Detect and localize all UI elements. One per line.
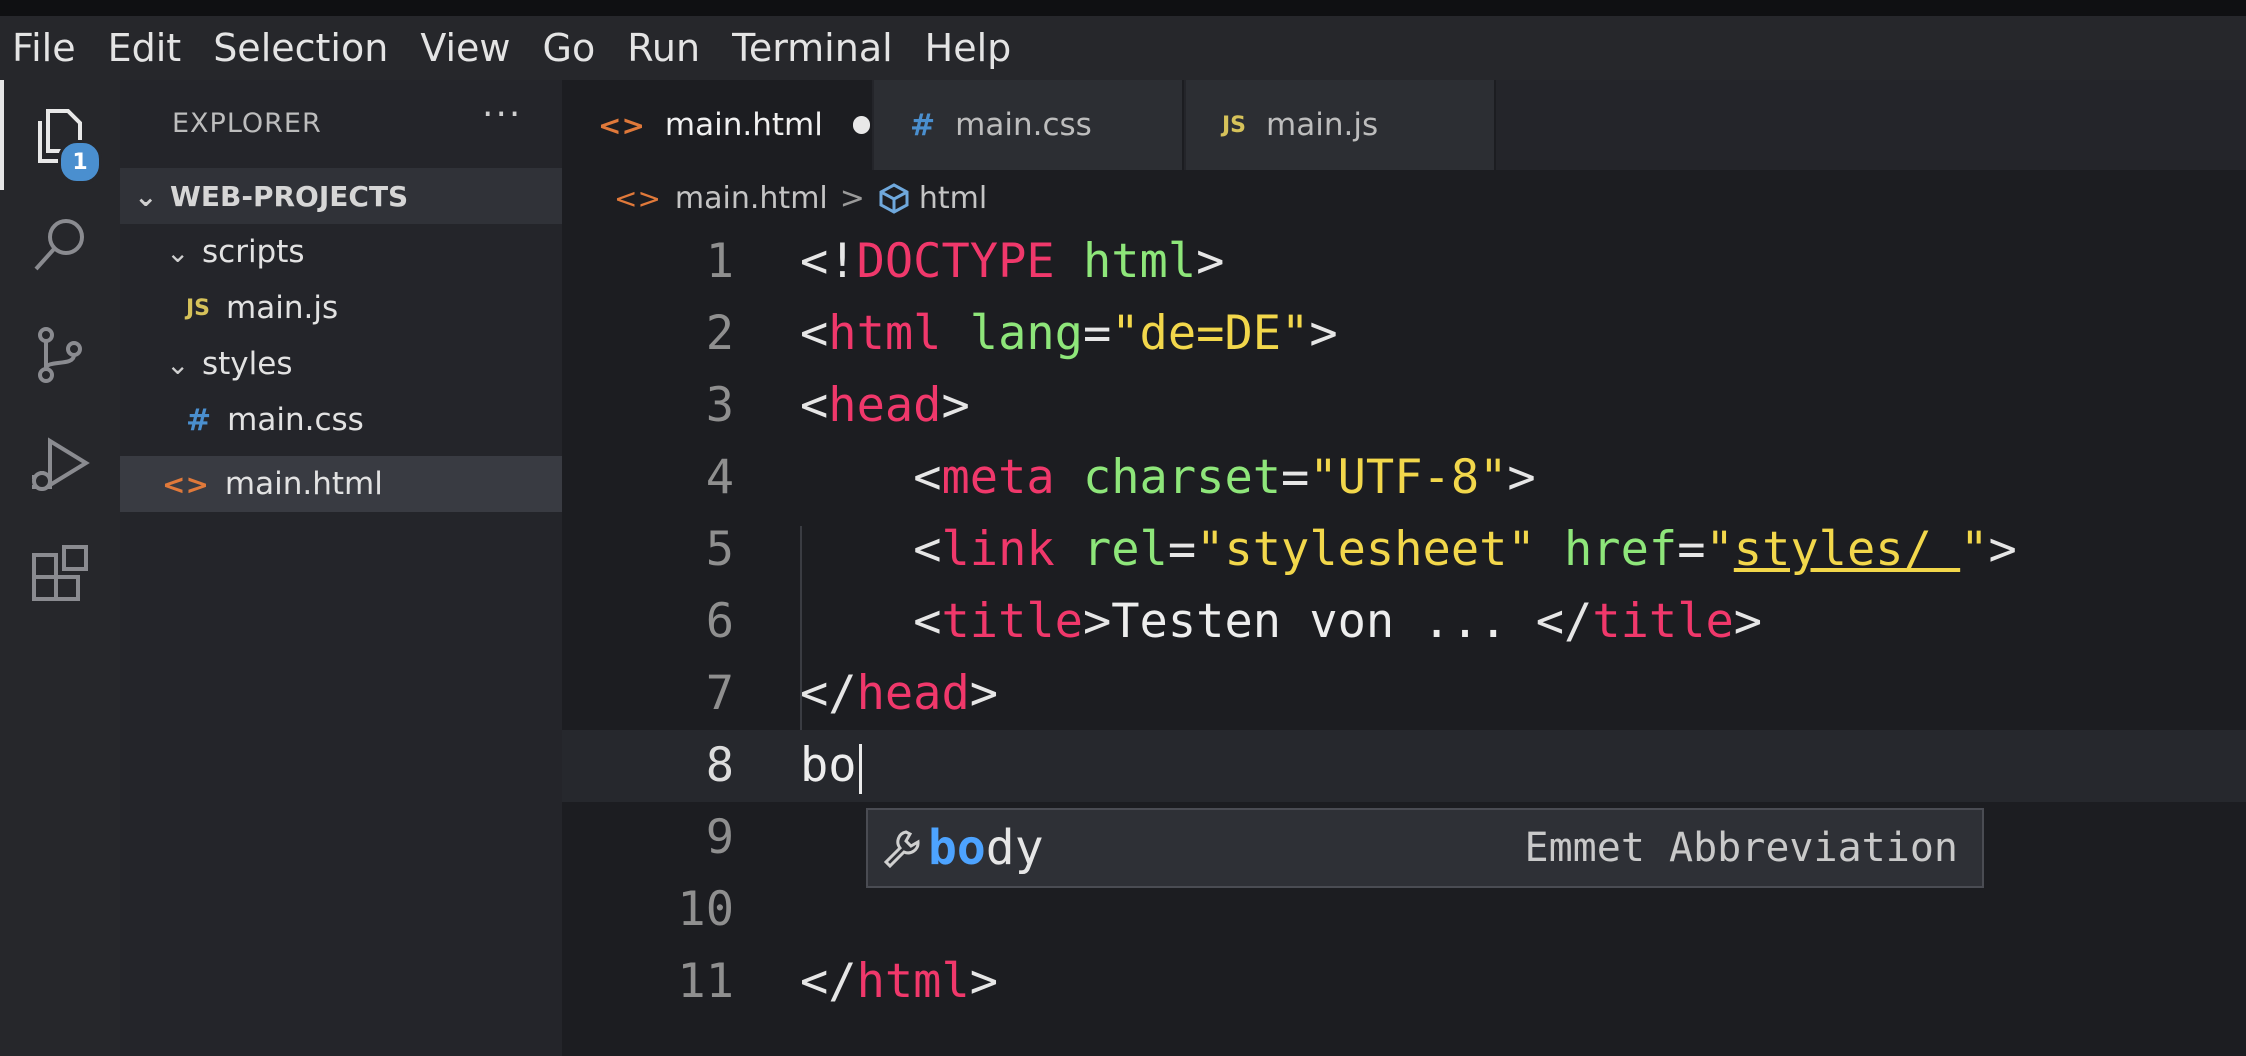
line-content: </head> bbox=[800, 666, 999, 721]
tree-file-main-css[interactable]: # main.css bbox=[120, 392, 562, 448]
tab-main-css[interactable]: # main.css bbox=[874, 80, 1184, 170]
line-number: 11 bbox=[677, 954, 734, 1009]
unsaved-dot-icon[interactable] bbox=[852, 116, 870, 134]
line-content: <!DOCTYPE html> bbox=[800, 234, 1225, 289]
js-file-icon: JS bbox=[186, 295, 211, 321]
code-line: 7 </head> bbox=[562, 658, 2246, 730]
tab-label: main.js bbox=[1266, 107, 1379, 143]
menu-run[interactable]: Run bbox=[627, 16, 700, 80]
autocomplete-suggestion[interactable]: body Emmet Abbreviation bbox=[866, 808, 1984, 888]
line-number: 9 bbox=[705, 810, 734, 865]
tab-label: main.css bbox=[955, 107, 1092, 143]
menu-go[interactable]: Go bbox=[543, 16, 596, 80]
line-number: 4 bbox=[705, 450, 734, 505]
run-debug-icon bbox=[32, 437, 90, 491]
css-file-icon: # bbox=[186, 402, 212, 438]
line-number: 8 bbox=[705, 738, 734, 793]
project-root[interactable]: ⌄ WEB-PROJECTS bbox=[120, 168, 562, 224]
explorer-sidebar: EXPLORER ··· ⌄ WEB-PROJECTS ⌄ scripts JS… bbox=[120, 80, 562, 1056]
source-control-icon bbox=[38, 327, 82, 383]
editor-area: <> main.html # main.css JS main.js <> ma… bbox=[562, 80, 2246, 1056]
active-indicator bbox=[0, 80, 4, 190]
tree-item-label: scripts bbox=[202, 234, 305, 270]
menu-terminal[interactable]: Terminal bbox=[732, 16, 893, 80]
tree-file-main-js[interactable]: JS main.js bbox=[120, 280, 562, 336]
chevron-down-icon: ⌄ bbox=[166, 235, 190, 269]
chevron-down-icon: ⌄ bbox=[134, 179, 158, 213]
css-file-icon: # bbox=[910, 107, 936, 143]
extensions-icon bbox=[32, 545, 88, 601]
code-line: 5 <link rel="stylesheet" href="styles/ "… bbox=[562, 514, 2246, 586]
search-icon bbox=[34, 219, 84, 271]
chevron-down-icon: ⌄ bbox=[166, 347, 190, 381]
project-label: WEB-PROJECTS bbox=[170, 179, 409, 213]
menu-view[interactable]: View bbox=[420, 16, 510, 80]
line-content: <meta charset="UTF-8"> bbox=[913, 450, 1536, 505]
search-button[interactable] bbox=[0, 190, 120, 300]
code-line: 11 </html> bbox=[562, 946, 2246, 1018]
menu-selection[interactable]: Selection bbox=[213, 16, 388, 80]
js-file-icon: JS bbox=[1222, 112, 1247, 138]
symbol-element-icon bbox=[879, 183, 909, 214]
explorer-button[interactable]: 1 bbox=[0, 80, 120, 190]
menu-file[interactable]: File bbox=[12, 16, 76, 80]
tree-folder-styles[interactable]: ⌄ styles bbox=[120, 336, 562, 392]
line-number: 2 bbox=[705, 306, 734, 361]
run-debug-button[interactable] bbox=[0, 410, 120, 520]
explorer-title: EXPLORER bbox=[172, 108, 322, 139]
tree-folder-scripts[interactable]: ⌄ scripts bbox=[120, 224, 562, 280]
line-content: bo bbox=[800, 730, 862, 802]
menu-edit[interactable]: Edit bbox=[108, 16, 182, 80]
code-line: 6 <title>Testen von ... </title> bbox=[562, 586, 2246, 658]
menubar: File Edit Selection View Go Run Terminal… bbox=[0, 16, 2246, 80]
wrench-icon bbox=[883, 830, 920, 868]
line-number: 10 bbox=[677, 882, 734, 937]
breadcrumb-separator: > bbox=[839, 180, 865, 216]
suggestion-match: bo bbox=[928, 820, 986, 876]
menu-help[interactable]: Help bbox=[925, 16, 1012, 80]
line-number: 6 bbox=[705, 594, 734, 649]
line-number: 1 bbox=[705, 234, 734, 289]
tab-main-html[interactable]: <> main.html bbox=[562, 80, 872, 170]
line-number: 7 bbox=[705, 666, 734, 721]
explorer-badge: 1 bbox=[58, 140, 102, 184]
tree-item-label: main.js bbox=[226, 290, 339, 326]
more-actions-button[interactable]: ··· bbox=[482, 94, 522, 135]
tree-item-label: styles bbox=[202, 346, 293, 382]
breadcrumb: <> main.html > html bbox=[562, 170, 2246, 226]
line-content: <title>Testen von ... </title> bbox=[913, 594, 1763, 649]
line-content: <link rel="stylesheet" href="styles/ "> bbox=[913, 522, 2017, 577]
tab-label: main.html bbox=[664, 107, 823, 143]
current-code-line[interactable]: 8 bo bbox=[562, 730, 2246, 802]
breadcrumb-symbol[interactable]: html bbox=[919, 181, 987, 216]
code-line: 1 <!DOCTYPE html> bbox=[562, 226, 2246, 298]
typed-text: bo bbox=[800, 738, 857, 793]
extensions-button[interactable] bbox=[0, 520, 120, 630]
code-line: 2 <html lang="de=DE"> bbox=[562, 298, 2246, 370]
tab-main-js[interactable]: JS main.js bbox=[1186, 80, 1496, 170]
html-file-icon: <> bbox=[598, 108, 645, 142]
tree-file-main-html[interactable]: <> main.html bbox=[120, 456, 562, 512]
suggestion-rest: dy bbox=[985, 820, 1044, 876]
html-file-icon: <> bbox=[162, 467, 209, 501]
code-line: 3 <head> bbox=[562, 370, 2246, 442]
line-content: <html lang="de=DE"> bbox=[800, 306, 1338, 361]
breadcrumb-file[interactable]: main.html bbox=[675, 181, 828, 216]
tab-bar: <> main.html # main.css JS main.js bbox=[562, 80, 2246, 170]
window-titlebar-strip bbox=[0, 0, 2246, 16]
line-number: 3 bbox=[705, 378, 734, 433]
html-file-icon: <> bbox=[614, 181, 661, 215]
suggestion-label: body bbox=[928, 810, 1044, 886]
text-cursor bbox=[858, 743, 862, 794]
line-content: <head> bbox=[800, 378, 970, 433]
line-number: 5 bbox=[705, 522, 734, 577]
tree-item-label: main.css bbox=[227, 402, 364, 438]
line-content: </html> bbox=[800, 954, 999, 1009]
tree-item-label: main.html bbox=[224, 466, 383, 502]
suggestion-detail: Emmet Abbreviation bbox=[1524, 825, 1958, 871]
activity-bar: 1 bbox=[0, 80, 120, 1056]
code-line: 4 <meta charset="UTF-8"> bbox=[562, 442, 2246, 514]
source-control-button[interactable] bbox=[0, 300, 120, 410]
